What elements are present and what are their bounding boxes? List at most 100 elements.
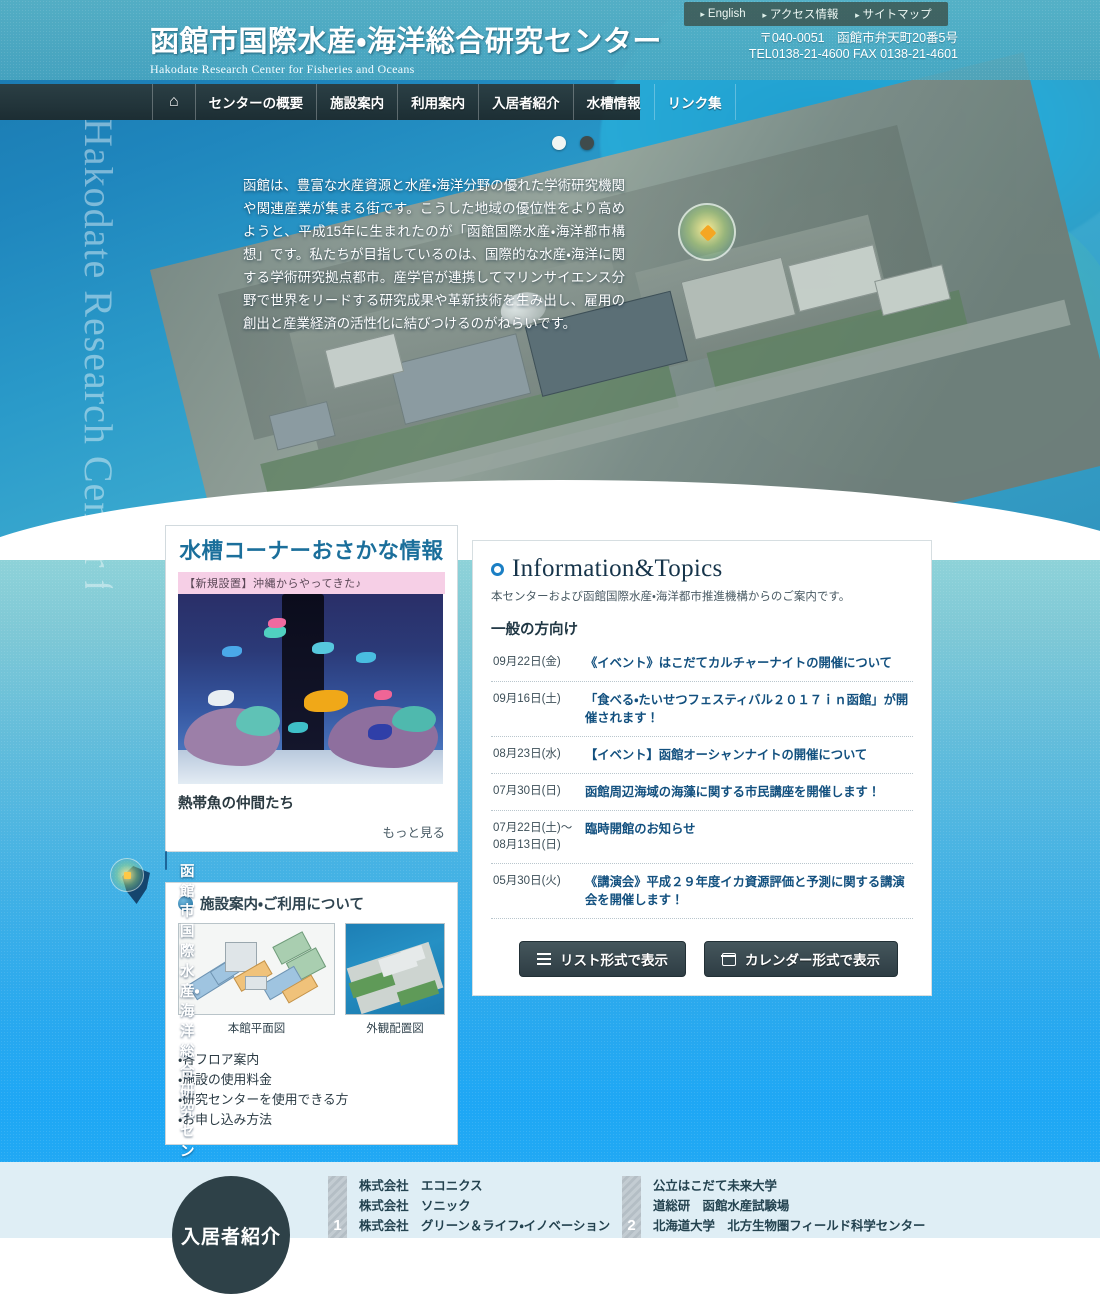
table-row[interactable]: 07月22日(土)〜 08月13日(日) 臨時開館のお知らせ (491, 811, 913, 864)
aquarium-caption: 熱帯魚の仲間たち (178, 796, 294, 812)
watermark-text: Hakodate Research Center for Fisheries a… (76, 118, 121, 588)
list-item[interactable]: 北海道大学 北方生物圏フィールド科学センター (653, 1216, 925, 1236)
facility-link-floors[interactable]: 各フロア案内 (178, 1050, 445, 1070)
list-view-label: リスト形式で表示 (560, 953, 668, 968)
news-date: 07月22日(土)〜 08月13日(日) (493, 822, 573, 851)
fish-pink-2 (374, 690, 392, 700)
facility-link-fees[interactable]: 施設の使用料金 (178, 1070, 445, 1090)
carousel-dot-2[interactable] (580, 136, 594, 150)
hero-intro-text: 函館は、豊富な水産資源と水産・海洋分野の優れた学術研究機関や関連産業が集まる街で… (243, 178, 625, 331)
table-row[interactable]: 05月30日(火) 《講演会》平成２９年度イカ資源評価と予測に関する講演会を開催… (491, 864, 913, 919)
calendar-icon (721, 952, 736, 966)
util-link-english[interactable]: English (700, 8, 746, 20)
fish-cyan-5 (288, 722, 308, 733)
fish-cyan-3 (312, 642, 334, 654)
news-title[interactable]: 《イベント》はこだてカルチャーナイトの開催について (585, 654, 911, 672)
fish-yellow (304, 690, 348, 712)
news-date: 05月30日(火) (493, 875, 561, 887)
carousel-dots[interactable] (552, 136, 594, 150)
aerial-caption: 外観配置図 (366, 1023, 424, 1035)
main-navigation[interactable]: ⌂ センターの概要 施設案内 利用案内 入居者紹介 水槽情報 リンク集 (0, 84, 1100, 120)
nav-item-links[interactable]: リンク集 (653, 84, 736, 120)
calendar-view-button[interactable]: カレンダー形式で表示 (704, 941, 898, 977)
tenant-heading-badge: 入居者紹介 (172, 1176, 290, 1294)
carousel-dot-1[interactable] (552, 136, 566, 150)
aerial-thumb-item[interactable]: 外観配置図 (345, 923, 445, 1036)
nav-item-tenants[interactable]: 入居者紹介 (478, 84, 573, 120)
tel-fax: TEL0138-21-4600 FAX 0138-21-4601 (748, 47, 958, 61)
aquarium-photo[interactable] (178, 594, 443, 784)
news-date: 09月22日(金) (493, 656, 561, 668)
news-title[interactable]: 【イベント】函館オーシャンナイトの開催について (585, 746, 911, 764)
site-header: 函館市国際水産・海洋総合研究センター Hakodate Research Cen… (0, 0, 1100, 80)
postal-address: 〒040-0051 函館市弁天町20番5号 (759, 31, 958, 45)
table-row[interactable]: 09月16日(土) 「食べる・たいせつフェスティバル２０１７ｉｎ函館」が開催され… (491, 682, 913, 737)
tenant-footer: 入居者紹介 1 株式会社 エコニクス 株式会社 ソニック 株式会社 グリーン＆ラ… (0, 1162, 1100, 1294)
info-section-title: 一般の方向け (491, 622, 578, 638)
news-date: 08月23日(水) (493, 748, 561, 760)
floorplan-thumb-item[interactable]: 本館平面図 (178, 923, 335, 1036)
list-item[interactable]: 公立はこだて未来大学 (653, 1176, 925, 1196)
nav-item-usage[interactable]: 利用案内 (397, 84, 478, 120)
coral-teal (236, 706, 280, 736)
facility-links[interactable]: 各フロア案内 施設の使用料金 研究センターを使用できる方 お申し込み方法 (178, 1050, 445, 1130)
list-view-button[interactable]: リスト形式で表示 (519, 941, 686, 977)
news-date: 07月30日(日) (493, 785, 561, 797)
utility-nav[interactable]: English アクセス情報 サイトマップ (684, 2, 948, 26)
aquarium-card: 水槽コーナーおさかな情報 【新規設置】沖縄からやってきた♪ 熱帯魚の仲間たち も… (165, 525, 458, 852)
news-title[interactable]: 《講演会》平成２９年度イカ資源評価と予測に関する講演会を開催します！ (585, 873, 911, 909)
news-date: 09月16日(土) (493, 693, 561, 705)
calendar-view-label: カレンダー形式で表示 (745, 953, 880, 968)
home-icon[interactable]: ⌂ (152, 84, 195, 120)
tenant-group-2: 2 公立はこだて未来大学 道総研 函館水産試験場 北海道大学 北方生物圏フィール… (622, 1176, 925, 1238)
list-icon (537, 953, 551, 965)
info-heading: Information&Topics (491, 555, 913, 583)
view-mode-buttons[interactable]: リスト形式で表示 カレンダー形式で表示 (491, 941, 913, 977)
aquarium-more-link[interactable]: もっと見る (178, 822, 445, 841)
aquarium-title: 水槽コーナーおさかな情報 (179, 539, 444, 563)
aerial-thumbnail[interactable] (345, 923, 445, 1015)
coral-teal-2 (392, 706, 436, 732)
tenant-group-1: 1 株式会社 エコニクス 株式会社 ソニック 株式会社 グリーン＆ライフ・イノベ… (328, 1176, 610, 1238)
about-center-banner[interactable]: 函館市国際水産・ 海洋総合研究センターとは (110, 851, 199, 1240)
site-subtitle: Hakodate Research Center for Fisheries a… (150, 62, 415, 76)
facility-link-application[interactable]: お申し込み方法 (178, 1110, 445, 1130)
list-item[interactable]: 道総研 函館水産試験場 (653, 1196, 925, 1216)
facility-heading-label: 施設案内・ご利用について (200, 897, 364, 913)
list-item[interactable]: 株式会社 エコニクス (359, 1176, 610, 1196)
tenant-list-2[interactable]: 公立はこだて未来大学 道総研 函館水産試験場 北海道大学 北方生物圏フィールド科… (641, 1176, 925, 1238)
news-title[interactable]: 函館周辺海域の海藻に関する市民講座を開催します！ (585, 783, 911, 801)
news-title[interactable]: 「食べる・たいせつフェスティバル２０１７ｉｎ函館」が開催されます！ (585, 691, 911, 727)
floorplan-caption: 本館平面図 (227, 1023, 286, 1035)
facility-panel: 施設案内・ご利用について 本館平面図 外観配置図 ・ 各フロア案内 ・ 施設の使… (165, 882, 458, 1145)
fish-cyan-4 (356, 652, 376, 663)
table-row[interactable]: 09月22日(金) 《イベント》はこだてカルチャーナイトの開催について (491, 645, 913, 682)
site-title: 函館市国際水産・海洋総合研究センター (150, 26, 662, 58)
tenant-heading-label: 入居者紹介 (180, 1227, 281, 1248)
fish-cyan-2 (222, 646, 242, 657)
list-item[interactable]: 株式会社 グリーン＆ライフ・イノベーション (359, 1216, 610, 1236)
tenant-group-number: 2 (622, 1176, 641, 1238)
fish-blue-dark (368, 724, 392, 740)
table-row[interactable]: 07月30日(日) 函館周辺海域の海藻に関する市民講座を開催します！ (491, 774, 913, 811)
left-column: 水槽コーナーおさかな情報 【新規設置】沖縄からやってきた♪ 熱帯魚の仲間たち も… (110, 525, 458, 1240)
nav-item-overview[interactable]: センターの概要 (194, 84, 317, 120)
fish-striped (208, 690, 234, 706)
list-item[interactable]: 株式会社 ソニック (359, 1196, 610, 1216)
info-subtitle: 本センターおよび函館国際水産・海洋都市推進機構からのご案内です。 (491, 591, 851, 603)
news-list: 09月22日(金) 《イベント》はこだてカルチャーナイトの開催について 09月1… (491, 645, 913, 919)
util-link-sitemap[interactable]: サイトマップ (855, 6, 932, 22)
ring-icon (491, 562, 504, 576)
table-row[interactable]: 08月23日(水) 【イベント】函館オーシャンナイトの開催について (491, 737, 913, 774)
floorplan-thumbnail[interactable] (178, 923, 335, 1015)
facility-heading: 施設案内・ご利用について (178, 893, 445, 914)
tenant-list-1[interactable]: 株式会社 エコニクス 株式会社 ソニック 株式会社 グリーン＆ライフ・イノベーシ… (347, 1176, 610, 1238)
tenant-group-number: 1 (328, 1176, 347, 1238)
util-link-access[interactable]: アクセス情報 (762, 6, 838, 22)
nav-item-facilities[interactable]: 施設案内 (316, 84, 397, 120)
aquarium-badge: 【新規設置】沖縄からやってきた♪ (178, 572, 445, 594)
map-marker-icon (678, 203, 736, 261)
nav-item-aquarium[interactable]: 水槽情報 (572, 84, 654, 120)
news-title[interactable]: 臨時開館のお知らせ (585, 820, 911, 838)
facility-link-eligibility[interactable]: 研究センターを使用できる方 (178, 1090, 445, 1110)
